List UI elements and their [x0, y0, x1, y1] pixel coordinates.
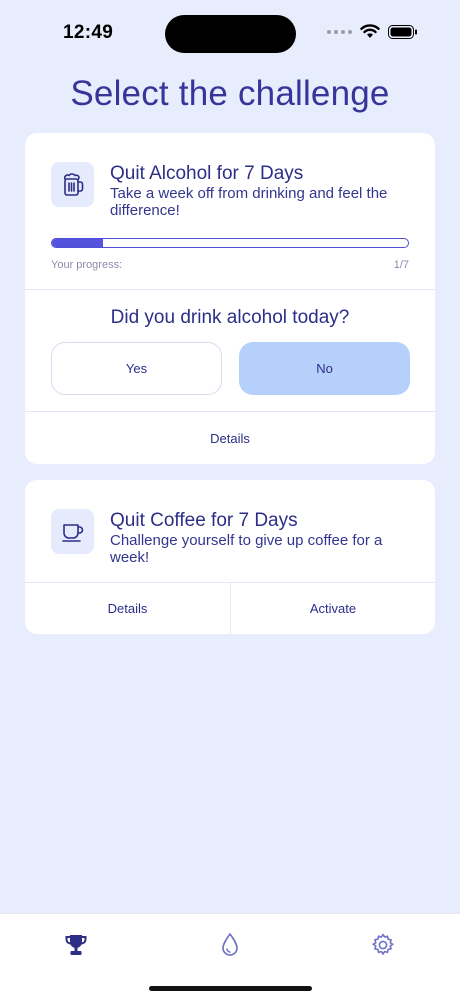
status-time: 12:49	[63, 22, 114, 43]
home-indicator	[149, 986, 312, 991]
activate-button[interactable]: Activate	[230, 582, 435, 634]
beer-mug-icon	[51, 162, 94, 207]
progress-label: Your progress:	[51, 259, 123, 271]
trophy-icon	[65, 935, 87, 955]
progress-bar	[51, 238, 409, 248]
status-icons	[327, 24, 418, 39]
tab-challenges[interactable]	[61, 930, 91, 960]
water-drop-icon	[222, 933, 238, 956]
yes-button[interactable]: Yes	[51, 342, 222, 395]
battery-icon	[388, 24, 417, 39]
tab-bar	[0, 913, 460, 999]
challenge-card-coffee: Quit Coffee for 7 Days Challenge yoursel…	[25, 480, 435, 634]
cellular-signal-icon	[327, 29, 352, 34]
page-title: Select the challenge	[70, 74, 390, 113]
challenge-description: Take a week off from drinking and feel t…	[110, 185, 388, 219]
gear-icon	[372, 933, 394, 955]
wifi-icon	[360, 24, 380, 38]
challenge-card-alcohol: Quit Alcohol for 7 Days Take a week off …	[25, 133, 435, 464]
details-button[interactable]: Details	[25, 412, 435, 464]
divider	[25, 289, 435, 290]
coffee-cup-icon	[51, 509, 94, 554]
challenge-description: Challenge yourself to give up coffee for…	[110, 532, 383, 566]
no-button[interactable]: No	[239, 342, 410, 395]
status-bar: 12:49	[0, 0, 460, 60]
progress-bar-fill	[52, 239, 103, 247]
progress-count: 1/7	[393, 259, 409, 271]
challenge-title: Quit Alcohol for 7 Days	[110, 163, 304, 184]
challenge-title: Quit Coffee for 7 Days	[110, 510, 298, 531]
details-button[interactable]: Details	[25, 582, 230, 634]
daily-question: Did you drink alcohol today?	[110, 307, 350, 328]
tab-settings[interactable]	[368, 930, 398, 960]
dynamic-island	[165, 15, 296, 53]
tab-water[interactable]	[215, 930, 245, 960]
